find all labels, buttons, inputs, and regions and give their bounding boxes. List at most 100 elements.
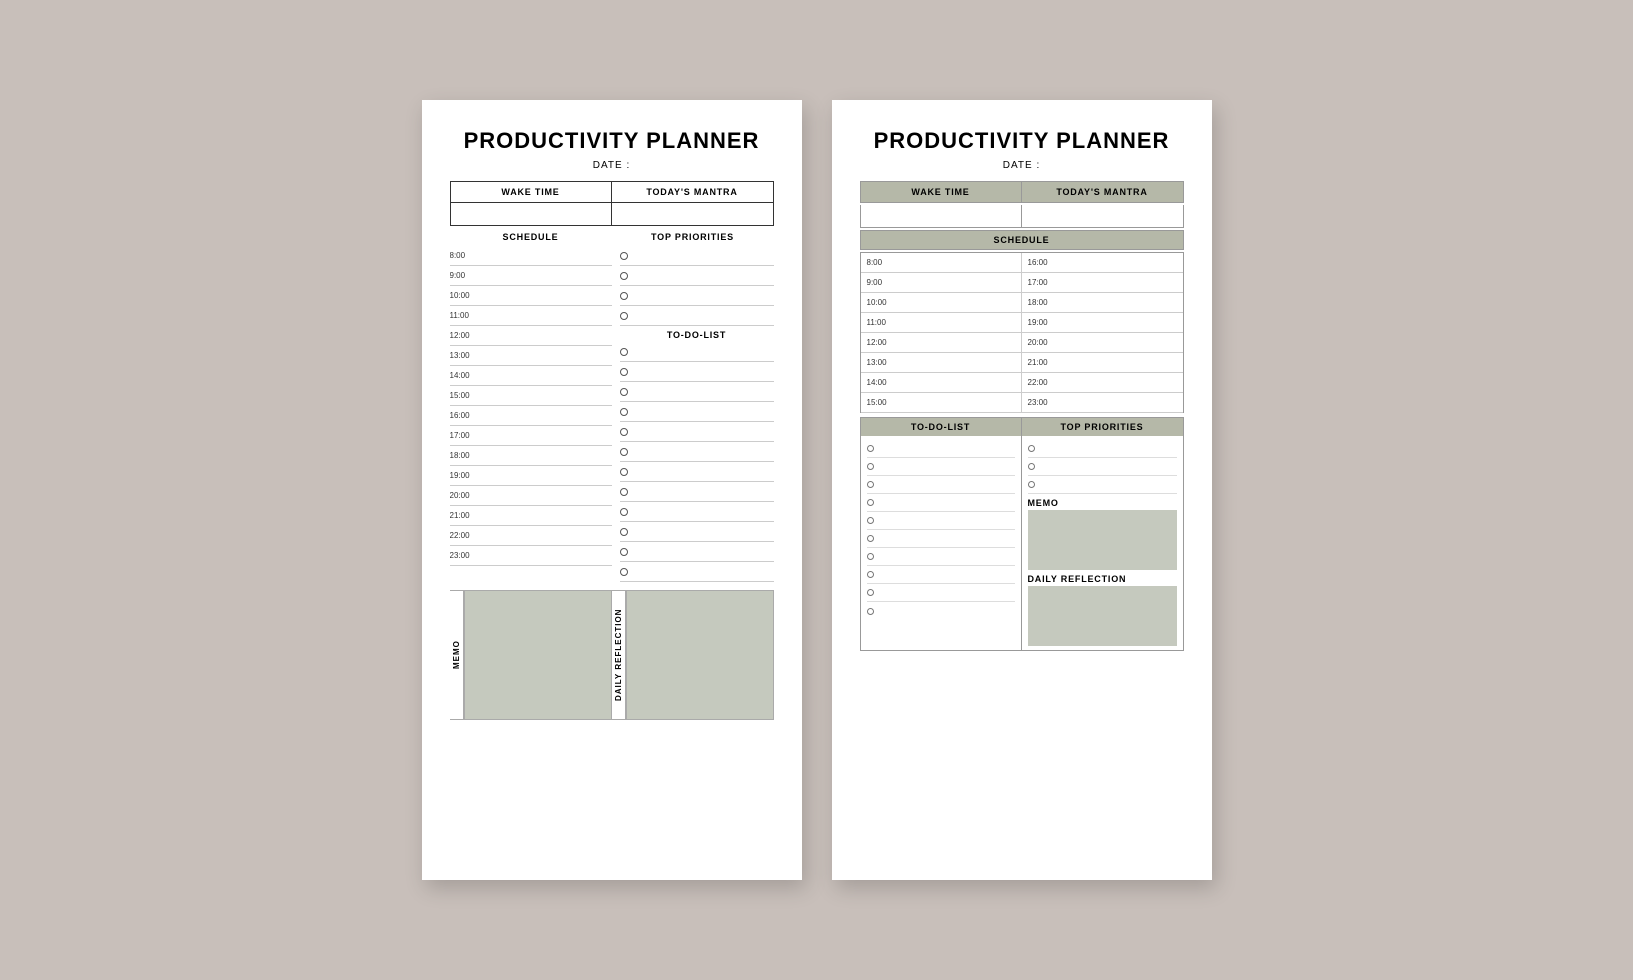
todo-line-12 — [632, 571, 774, 572]
todo-row-5[interactable] — [620, 422, 774, 442]
left-reflection-box[interactable] — [626, 590, 774, 720]
todo-row-8[interactable] — [620, 482, 774, 502]
left-memo-box[interactable] — [464, 590, 612, 720]
todo-circle-5 — [620, 428, 628, 436]
left-schedule-section: 8:00 9:00 10:00 11:00 12:00 — [450, 246, 612, 566]
todo-row-1[interactable] — [620, 342, 774, 362]
todo-row-10[interactable] — [620, 522, 774, 542]
schedule-line — [482, 315, 612, 316]
right-schedule-row-7: 14:00 22:00 — [861, 373, 1183, 393]
right-todo-row-8[interactable] — [867, 566, 1015, 584]
right-todo-circle-3 — [867, 481, 874, 488]
right-todo-circle-8 — [867, 571, 874, 578]
priority-row-4[interactable] — [620, 306, 774, 326]
todo-circle-7 — [620, 468, 628, 476]
right-priority-row-2[interactable] — [1028, 458, 1177, 476]
time-2100: 21:00 — [450, 511, 482, 520]
todo-row-11[interactable] — [620, 542, 774, 562]
schedule-line — [482, 275, 612, 276]
left-mantra-value[interactable] — [612, 203, 773, 225]
right-time-1400-label: 14:00 — [867, 378, 899, 387]
schedule-line — [482, 515, 612, 516]
right-todo-line-3 — [878, 484, 1015, 485]
right-time-1600-label: 16:00 — [1028, 258, 1060, 267]
right-todo-row-9[interactable] — [867, 584, 1015, 602]
right-priorities-header: TOP PRIORITIES — [1022, 418, 1183, 436]
priority-circle-2 — [620, 272, 628, 280]
time-1000: 10:00 — [450, 291, 482, 300]
todo-row-9[interactable] — [620, 502, 774, 522]
right-planner-page: PRODUCTIVITY PLANNER DATE : WAKE TIME TO… — [832, 100, 1212, 880]
priority-circle-3 — [620, 292, 628, 300]
todo-line-3 — [632, 391, 774, 392]
right-todo-row-3[interactable] — [867, 476, 1015, 494]
schedule-row-900: 9:00 — [450, 266, 612, 286]
left-bottom-section: MEMO DAILY REFLECTION — [450, 590, 774, 720]
right-time-1300-label: 13:00 — [867, 358, 899, 367]
right-bottom-headers: TO-DO-LIST TOP PRIORITIES — [860, 417, 1184, 436]
priority-line-1 — [632, 255, 774, 256]
right-todo-circle-2 — [867, 463, 874, 470]
right-todo-line-9 — [878, 592, 1015, 593]
todo-row-7[interactable] — [620, 462, 774, 482]
right-schedule-grid: 8:00 16:00 9:00 17:00 10:00 18:0 — [860, 252, 1184, 413]
schedule-row-1300: 13:00 — [450, 346, 612, 366]
right-time-1200: 12:00 — [861, 333, 1022, 352]
priority-row-3[interactable] — [620, 286, 774, 306]
right-priority-row-1[interactable] — [1028, 440, 1177, 458]
right-time-1100: 11:00 — [861, 313, 1022, 332]
left-reflection-section: DAILY REFLECTION — [612, 590, 774, 720]
left-wake-time-value[interactable] — [451, 203, 612, 225]
todo-row-3[interactable] — [620, 382, 774, 402]
right-time-900-label: 9:00 — [867, 278, 899, 287]
right-time-2200-label: 22:00 — [1028, 378, 1060, 387]
right-priority-row-3[interactable] — [1028, 476, 1177, 494]
todo-line-4 — [632, 411, 774, 412]
right-todo-row-4[interactable] — [867, 494, 1015, 512]
right-todo-row-2[interactable] — [867, 458, 1015, 476]
todo-row-6[interactable] — [620, 442, 774, 462]
right-todo-row-10[interactable] — [867, 602, 1015, 620]
schedule-row-1100: 11:00 — [450, 306, 612, 326]
todo-row-4[interactable] — [620, 402, 774, 422]
left-priorities-area: TO-DO-LIST — [612, 246, 774, 582]
todo-row-12[interactable] — [620, 562, 774, 582]
right-priority-line-1 — [1039, 448, 1177, 449]
todo-circle-12 — [620, 568, 628, 576]
priority-row-2[interactable] — [620, 266, 774, 286]
right-todo-circle-1 — [867, 445, 874, 452]
left-date-label: DATE : — [450, 160, 774, 171]
right-todo-circle-4 — [867, 499, 874, 506]
right-todo-row-1[interactable] — [867, 440, 1015, 458]
todo-circle-3 — [620, 388, 628, 396]
schedule-line — [482, 355, 612, 356]
right-mantra-header: TODAY'S MANTRA — [1022, 182, 1183, 202]
right-time-1200-label: 12:00 — [867, 338, 899, 347]
right-priority-line-3 — [1039, 484, 1177, 485]
schedule-row-1000: 10:00 — [450, 286, 612, 306]
right-wake-time-value[interactable] — [861, 205, 1022, 227]
priority-row-1[interactable] — [620, 246, 774, 266]
right-todo-row-5[interactable] — [867, 512, 1015, 530]
right-priority-circle-2 — [1028, 463, 1035, 470]
right-todo-row-6[interactable] — [867, 530, 1015, 548]
schedule-row-800: 8:00 — [450, 246, 612, 266]
right-reflection-box[interactable] — [1028, 586, 1177, 646]
right-todo-line-8 — [878, 574, 1015, 575]
right-priorities-col: MEMO DAILY REFLECTION — [1022, 436, 1183, 650]
left-memo-label: MEMO — [450, 590, 464, 720]
left-todo-label: TO-DO-LIST — [620, 330, 774, 340]
todo-row-2[interactable] — [620, 362, 774, 382]
right-schedule-row-1: 8:00 16:00 — [861, 253, 1183, 273]
right-todo-row-7[interactable] — [867, 548, 1015, 566]
schedule-line — [482, 475, 612, 476]
left-memo-section: MEMO — [450, 590, 612, 720]
schedule-line — [482, 255, 612, 256]
right-memo-box[interactable] — [1028, 510, 1177, 570]
schedule-row-1800: 18:00 — [450, 446, 612, 466]
left-planner-page: PRODUCTIVITY PLANNER DATE : WAKE TIME TO… — [422, 100, 802, 880]
right-reflection-label: DAILY REFLECTION — [1028, 574, 1177, 584]
schedule-row-1200: 12:00 — [450, 326, 612, 346]
right-todo-circle-6 — [867, 535, 874, 542]
right-mantra-value[interactable] — [1022, 205, 1183, 227]
